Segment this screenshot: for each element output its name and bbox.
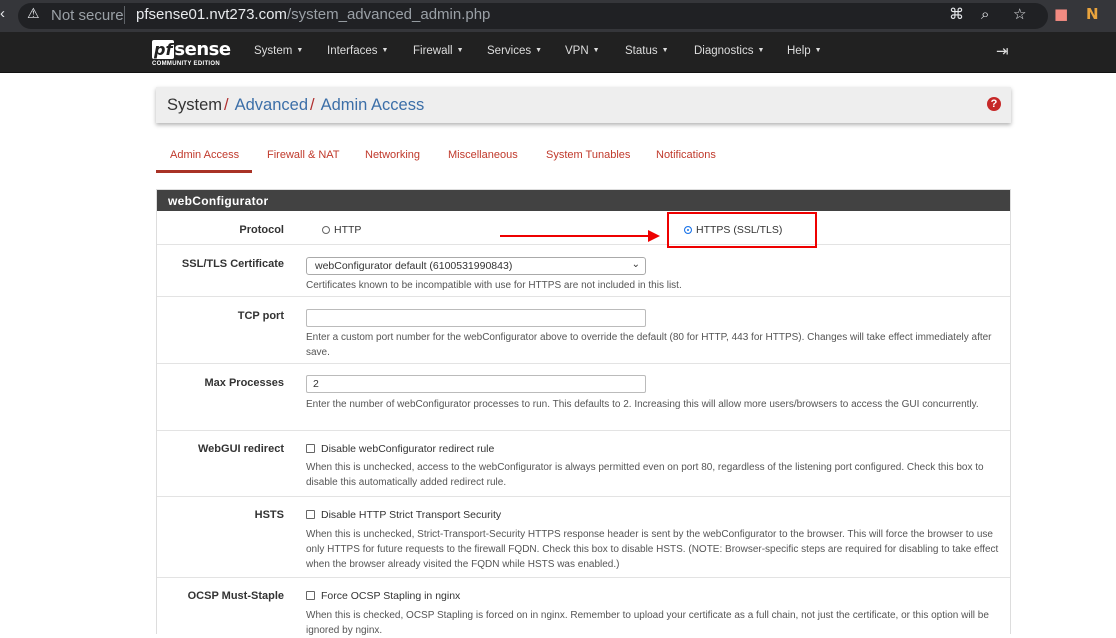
chevron-down-icon: ⌄ — [631, 259, 640, 270]
checkbox-label: Force OCSP Stapling in nginx — [321, 590, 461, 602]
menu-status[interactable]: Status ▼ — [625, 45, 669, 57]
tab-notifications[interactable]: Notifications — [656, 149, 716, 161]
profile-extension-icon[interactable]: N — [1086, 5, 1099, 23]
ocsp-row: OCSP Must-Staple Force OCSP Stapling in … — [157, 578, 1010, 638]
logout-icon[interactable]: ⇥ — [996, 42, 1009, 60]
webgui-redirect-label: WebGUI redirect — [198, 443, 284, 455]
security-label[interactable]: Not secure — [51, 7, 124, 24]
tab-miscellaneous[interactable]: Miscellaneous — [448, 149, 518, 161]
checkbox[interactable] — [306, 444, 315, 453]
menu-vpn[interactable]: VPN ▼ — [565, 45, 600, 57]
top-navbar: pf sense COMMUNITY EDITION System ▼ Interf… — [0, 32, 1116, 73]
menu-label: Help — [787, 45, 811, 57]
checkbox[interactable] — [306, 510, 315, 519]
caret-down-icon: ▼ — [535, 47, 543, 54]
checkbox[interactable] — [306, 591, 315, 600]
max-processes-row: Max Processes 2 Enter the number of webC… — [157, 364, 1010, 431]
menu-label: Services — [487, 45, 532, 57]
hsts-row: HSTS Disable HTTP Strict Transport Secur… — [157, 497, 1010, 578]
logo-pf: pf — [152, 40, 175, 59]
hsts-label: HSTS — [254, 509, 284, 521]
caret-down-icon: ▼ — [757, 47, 765, 54]
ocsp-label: OCSP Must-Staple — [187, 590, 284, 602]
active-tab-indicator — [156, 170, 252, 173]
menu-label: Diagnostics — [694, 45, 754, 57]
menu-label: Firewall — [413, 45, 453, 57]
caret-down-icon: ▼ — [381, 47, 389, 54]
radio-http[interactable]: HTTP — [322, 224, 361, 236]
radio-http-label: HTTP — [334, 224, 362, 236]
checkbox-label: Disable HTTP Strict Transport Security — [321, 509, 502, 521]
tab-firewall-nat[interactable]: Firewall & NAT — [267, 149, 340, 161]
caret-down-icon: ▼ — [592, 47, 600, 54]
address-divider — [124, 6, 125, 24]
webconfigurator-panel: webConfigurator Protocol HTTP HTTPS (SSL… — [156, 189, 1011, 636]
warning-icon[interactable]: ⚠ — [27, 6, 40, 22]
back-arrow-icon[interactable]: ‹ — [0, 5, 5, 22]
hsts-checkbox[interactable]: Disable HTTP Strict Transport Security — [306, 509, 501, 521]
tab-system-tunables[interactable]: System Tunables — [546, 149, 630, 161]
tcp-port-label: TCP port — [237, 310, 284, 322]
caret-down-icon: ▼ — [814, 47, 822, 54]
menu-firewall[interactable]: Firewall ▼ — [413, 45, 464, 57]
panel-heading: webConfigurator — [157, 190, 1010, 211]
menu-label: Interfaces — [327, 45, 378, 57]
tab-networking[interactable]: Networking — [365, 149, 420, 161]
caret-down-icon: ▼ — [661, 47, 669, 54]
ssl-certificate-select[interactable]: webConfigurator default (6100531990843) ⌄ — [306, 257, 646, 275]
breadcrumb: System / Advanced / Admin Access ? — [156, 87, 1011, 123]
breadcrumb-separator: / — [224, 96, 229, 114]
browser-toolbar: ‹ ⚠ Not secure pfsense01.nvt273.com/syst… — [0, 0, 1116, 32]
page-title: System / Advanced / Admin Access — [167, 96, 424, 115]
annotation-arrow-line — [500, 235, 650, 237]
menu-label: System — [254, 45, 293, 57]
breadcrumb-admin-access-link[interactable]: Admin Access — [321, 96, 425, 114]
annotation-highlight-box — [667, 212, 817, 248]
caret-down-icon: ▼ — [456, 47, 464, 54]
menu-interfaces[interactable]: Interfaces ▼ — [327, 45, 388, 57]
url-path: /system_advanced_admin.php — [286, 6, 491, 23]
ocsp-checkbox[interactable]: Force OCSP Stapling in nginx — [306, 590, 460, 602]
hsts-help: When this is unchecked, Strict-Transport… — [306, 529, 999, 570]
menu-help[interactable]: Help ▼ — [787, 45, 822, 57]
breadcrumb-system: System — [167, 96, 223, 114]
checkbox-label: Disable webConfigurator redirect rule — [321, 443, 495, 455]
select-value: webConfigurator default (6100531990843) — [315, 260, 513, 272]
menu-label: Status — [625, 45, 658, 57]
tcp-port-help: Enter a custom port number for the webCo… — [306, 332, 992, 358]
logo-edition: COMMUNITY EDITION — [152, 61, 220, 67]
tab-admin-access[interactable]: Admin Access — [170, 149, 239, 161]
bookmark-star-icon[interactable]: ☆ — [1013, 5, 1026, 23]
extension-icon[interactable]: ■ — [1054, 5, 1068, 23]
breadcrumb-advanced-link[interactable]: Advanced — [235, 96, 308, 114]
zoom-icon[interactable]: ⌕ — [981, 5, 989, 23]
tcp-port-input[interactable] — [306, 309, 646, 327]
menu-label: VPN — [565, 45, 589, 57]
menu-services[interactable]: Services ▼ — [487, 45, 542, 57]
breadcrumb-separator: / — [310, 96, 315, 114]
url-host: pfsense01.nvt273.com — [136, 6, 287, 23]
ssl-certificate-help: Certificates known to be incompatible wi… — [306, 280, 682, 291]
max-processes-help: Enter the number of webConfigurator proc… — [306, 399, 979, 410]
menu-system[interactable]: System ▼ — [254, 45, 303, 57]
annotation-arrow-head — [648, 230, 660, 242]
webgui-redirect-checkbox[interactable]: Disable webConfigurator redirect rule — [306, 443, 494, 455]
max-processes-input[interactable]: 2 — [306, 375, 646, 393]
caret-down-icon: ▼ — [296, 47, 304, 54]
ssl-certificate-row: SSL/TLS Certificate webConfigurator defa… — [157, 245, 1010, 297]
tcp-port-row: TCP port Enter a custom port number for … — [157, 297, 1010, 364]
menu-diagnostics[interactable]: Diagnostics ▼ — [694, 45, 764, 57]
help-icon[interactable]: ? — [987, 97, 1001, 111]
ssl-certificate-label: SSL/TLS Certificate — [181, 258, 284, 270]
logo-sense: sense — [174, 39, 231, 60]
radio-button[interactable] — [322, 226, 330, 234]
pfsense-logo[interactable]: pf sense COMMUNITY EDITION — [152, 39, 231, 67]
webgui-redirect-help: When this is unchecked, access to the we… — [306, 462, 984, 488]
max-processes-label: Max Processes — [204, 377, 285, 389]
protocol-label: Protocol — [239, 224, 284, 236]
webgui-redirect-row: WebGUI redirect Disable webConfigurator … — [157, 431, 1010, 497]
protocol-row: Protocol HTTP HTTPS (SSL/TLS) — [157, 211, 1010, 245]
url-text[interactable]: pfsense01.nvt273.com/system_advanced_adm… — [136, 6, 490, 23]
translate-icon[interactable]: ⌘ — [949, 5, 964, 23]
